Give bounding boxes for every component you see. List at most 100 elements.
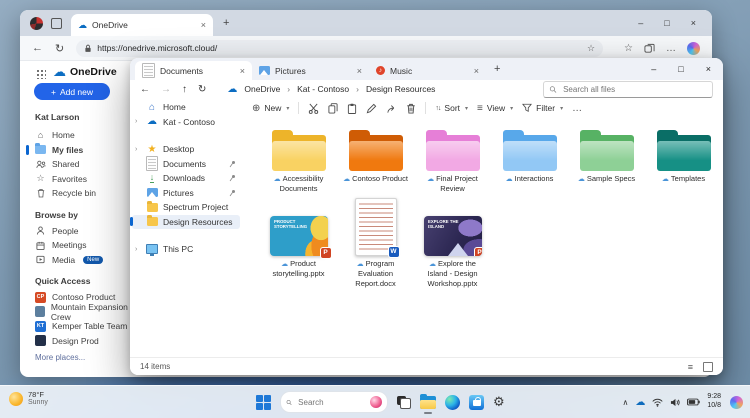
tab-close-icon[interactable]: × bbox=[357, 66, 362, 76]
folder-item[interactable]: ☁Final Project Review bbox=[414, 130, 491, 194]
filter-button[interactable]: Filter bbox=[536, 103, 555, 113]
browser-maximize-button[interactable]: □ bbox=[664, 18, 669, 28]
tab-close-icon[interactable]: × bbox=[474, 66, 479, 76]
chevron-right-icon[interactable]: › bbox=[135, 118, 137, 125]
refresh-button[interactable]: ↻ bbox=[198, 84, 206, 95]
clock[interactable]: 9:28 10/8 bbox=[707, 393, 721, 411]
browser-close-button[interactable]: × bbox=[691, 18, 696, 28]
address-bar[interactable]: https://onedrive.microsoft.cloud/ ☆ bbox=[76, 40, 603, 57]
explorer-minimize-button[interactable]: – bbox=[651, 64, 656, 74]
quick-access-kemper-table-team[interactable]: KT Kemper Table Team bbox=[32, 319, 140, 334]
hidden-icons-chevron[interactable]: ∧ bbox=[623, 398, 629, 407]
sidebar-item-recycle-bin[interactable]: Recycle bin bbox=[32, 186, 140, 201]
chevron-right-icon[interactable]: › bbox=[135, 146, 137, 153]
browser-refresh-button[interactable]: ↻ bbox=[55, 42, 64, 55]
app-launcher-icon[interactable] bbox=[36, 69, 46, 79]
file-item[interactable]: PRODUCT STORYTELLING P ☁Product storytel… bbox=[260, 204, 337, 289]
folder-item[interactable]: ☁Contoso Product bbox=[337, 130, 414, 194]
taskbar-search-box[interactable] bbox=[280, 391, 388, 413]
view-button[interactable]: View bbox=[487, 103, 505, 113]
tab-actions-icon[interactable] bbox=[51, 18, 62, 29]
sidebar-item-favorites[interactable]: ☆ Favorites bbox=[32, 172, 140, 187]
explorer-new-tab-button[interactable]: + bbox=[494, 63, 500, 75]
copilot-icon[interactable] bbox=[687, 42, 700, 55]
cut-icon[interactable] bbox=[308, 103, 319, 114]
breadcrumb-kat-contoso[interactable]: Kat - Contoso bbox=[297, 84, 349, 94]
nav-documents[interactable]: Documents bbox=[132, 157, 240, 172]
more-commands-button[interactable]: … bbox=[572, 103, 582, 114]
breadcrumb-onedrive[interactable]: OneDrive bbox=[244, 84, 280, 94]
browser-menu-icon[interactable]: … bbox=[666, 43, 676, 54]
sidebar-item-meetings[interactable]: Meetings bbox=[32, 238, 140, 253]
nav-desktop[interactable]: › ★ Desktop bbox=[132, 142, 240, 157]
nav-this-pc[interactable]: › This PC bbox=[132, 242, 240, 257]
onedrive-tray-icon[interactable]: ☁ bbox=[635, 397, 645, 408]
new-icon[interactable]: ⊕ bbox=[252, 103, 260, 114]
more-places-link[interactable]: More places... bbox=[35, 353, 140, 362]
sort-button[interactable]: Sort bbox=[444, 103, 460, 113]
chevron-right-icon[interactable]: › bbox=[135, 246, 137, 253]
tab-close-icon[interactable]: × bbox=[240, 66, 245, 76]
delete-icon[interactable] bbox=[406, 103, 416, 114]
wifi-icon[interactable] bbox=[652, 398, 663, 407]
explorer-maximize-button[interactable]: □ bbox=[678, 64, 683, 74]
bookmark-star-icon[interactable]: ☆ bbox=[587, 43, 595, 54]
paste-icon[interactable] bbox=[347, 103, 357, 114]
file-item[interactable]: EXPLORE THE ISLAND P ☁Explore the Island… bbox=[414, 204, 491, 289]
taskbar-search-input[interactable] bbox=[296, 397, 366, 408]
tab-close-icon[interactable]: × bbox=[201, 20, 206, 30]
sidebar-item-shared[interactable]: Shared bbox=[32, 157, 140, 172]
store-taskbar-icon[interactable] bbox=[469, 395, 484, 410]
browser-profile-icon[interactable] bbox=[30, 17, 43, 30]
nav-downloads[interactable]: ↓ Downloads bbox=[132, 171, 240, 186]
share-icon[interactable] bbox=[386, 103, 397, 114]
add-new-button[interactable]: + Add new bbox=[34, 83, 110, 100]
breadcrumb-design-resources[interactable]: Design Resources bbox=[366, 84, 435, 94]
browser-back-button[interactable]: ← bbox=[32, 42, 43, 54]
explorer-tab-pictures[interactable]: Pictures × bbox=[252, 61, 369, 80]
battery-icon[interactable] bbox=[687, 398, 700, 406]
sidebar-item-my-files[interactable]: My files bbox=[32, 143, 140, 158]
file-explorer-taskbar-icon[interactable] bbox=[420, 394, 436, 410]
file-item[interactable]: W ☁Program Evaluation Report.docx bbox=[337, 204, 414, 289]
favorites-icon[interactable]: ☆ bbox=[624, 43, 633, 54]
rename-icon[interactable] bbox=[366, 103, 377, 114]
sidebar-item-people[interactable]: People bbox=[32, 224, 140, 239]
nav-design-resources[interactable]: Design Resources bbox=[132, 215, 240, 230]
folder-item[interactable]: ☁Sample Specs bbox=[568, 130, 645, 194]
new-button[interactable]: New bbox=[264, 103, 281, 113]
weather-widget[interactable]: 78°F Sunny bbox=[9, 390, 48, 407]
explorer-tab-documents[interactable]: Documents × bbox=[135, 61, 252, 80]
browser-minimize-button[interactable]: – bbox=[638, 18, 643, 28]
explorer-search-box[interactable] bbox=[543, 81, 713, 98]
copy-icon[interactable] bbox=[328, 103, 338, 114]
collections-icon[interactable] bbox=[644, 43, 655, 54]
nav-pictures[interactable]: Pictures bbox=[132, 186, 240, 201]
folder-item[interactable]: ☁Templates bbox=[645, 130, 722, 194]
nav-home[interactable]: ⌂ Home bbox=[132, 100, 240, 115]
volume-icon[interactable] bbox=[670, 398, 680, 407]
settings-taskbar-icon[interactable]: ⚙ bbox=[493, 394, 505, 410]
browser-tab-onedrive[interactable]: ☁ OneDrive × bbox=[71, 14, 213, 36]
sidebar-item-home[interactable]: ⌂ Home bbox=[32, 128, 140, 143]
sidebar-item-media[interactable]: Media New bbox=[32, 253, 140, 268]
quick-access-mountain-expansion-crew[interactable]: Mountain Expansion Crew bbox=[32, 305, 140, 320]
nav-onedrive-root[interactable]: › ☁ Kat - Contoso bbox=[132, 115, 240, 130]
forward-button[interactable]: → bbox=[161, 84, 171, 95]
up-button[interactable]: ↑ bbox=[182, 84, 187, 95]
details-view-icon[interactable]: ≡ bbox=[688, 362, 693, 372]
start-button[interactable] bbox=[256, 395, 271, 410]
explorer-close-button[interactable]: × bbox=[706, 64, 711, 74]
task-view-button[interactable] bbox=[397, 396, 411, 409]
quick-access-design-prod[interactable]: Design Prod bbox=[32, 334, 140, 349]
explorer-search-input[interactable] bbox=[561, 84, 707, 95]
folder-item[interactable]: ☁Accessibility Documents bbox=[260, 130, 337, 194]
folder-item[interactable]: ☁Interactions bbox=[491, 130, 568, 194]
edge-taskbar-icon[interactable] bbox=[445, 395, 460, 410]
back-button[interactable]: ← bbox=[140, 84, 150, 95]
explorer-tab-music[interactable]: ♪ Music × bbox=[369, 61, 486, 80]
copilot-tray-icon[interactable] bbox=[730, 396, 743, 409]
nav-spectrum-project[interactable]: Spectrum Project bbox=[132, 200, 240, 215]
browser-new-tab-button[interactable]: + bbox=[223, 17, 229, 29]
large-icons-view-icon[interactable] bbox=[703, 362, 713, 372]
